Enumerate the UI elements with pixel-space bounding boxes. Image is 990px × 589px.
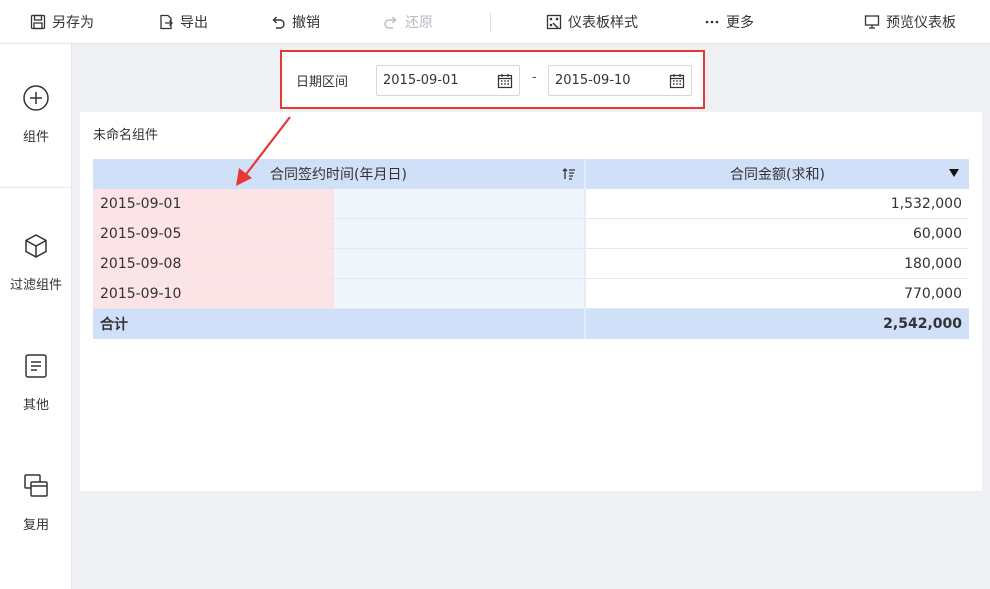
data-table: 合同签约时间(年月日) 合同金额(求和) 2015-09-01 1,532,00…: [93, 159, 969, 339]
table-row: 2015-09-05 60,000: [93, 219, 969, 249]
sidebar-item-filter-component[interactable]: 过滤组件: [0, 232, 72, 293]
more-button[interactable]: 更多: [704, 0, 754, 44]
calendar-icon[interactable]: [497, 73, 513, 89]
sidebar-item-other[interactable]: 其他: [0, 352, 72, 413]
save-icon: [30, 14, 46, 30]
amount-value: 180,000: [904, 255, 962, 272]
palette-icon: [546, 14, 562, 30]
amount-cell[interactable]: 60,000: [586, 219, 969, 249]
preview-dashboard-label: 预览仪表板: [886, 15, 956, 31]
left-sidebar: 组件 过滤组件 其他 复用: [0, 44, 72, 589]
undo-icon: [272, 16, 285, 29]
calendar-icon[interactable]: [669, 73, 685, 89]
more-label: 更多: [726, 15, 754, 31]
date-range-separator: -: [532, 70, 537, 85]
sidebar-item-reuse[interactable]: 复用: [0, 472, 72, 533]
redo-label: 还原: [405, 15, 433, 31]
stacked-windows-icon: [24, 474, 48, 497]
sidebar-item-label: 复用: [22, 518, 49, 533]
caret-down-icon[interactable]: [949, 169, 959, 177]
total-value-cell: 2,542,000: [586, 309, 969, 339]
toolbar: 另存为 导出 撤销 还原 仪表板样式 更多 预览仪表板: [0, 0, 990, 44]
plus-circle-icon: [23, 85, 49, 111]
total-row: 合计 2,542,000: [93, 309, 969, 339]
export-icon: [160, 14, 173, 30]
date-value: 2015-09-10: [100, 285, 182, 302]
monitor-icon: [864, 15, 880, 29]
amount-cell[interactable]: 180,000: [586, 249, 969, 279]
date-range-filter: 日期区间 2015-09-01 - 2015-09-10: [280, 50, 705, 109]
document-icon: [25, 354, 47, 378]
widget-title: 未命名组件: [93, 128, 159, 143]
dashboard-style-button[interactable]: 仪表板样式: [546, 0, 638, 44]
total-label-cell: 合计: [93, 309, 584, 339]
sidebar-item-label: 过滤组件: [9, 278, 62, 293]
sidebar-item-label: 其他: [22, 398, 49, 413]
total-label: 合计: [100, 317, 128, 333]
end-date-value: 2015-09-10: [555, 73, 631, 88]
table-row: 2015-09-10 770,000: [93, 279, 969, 309]
date-value: 2015-09-08: [100, 255, 182, 272]
date-value: 2015-09-01: [100, 195, 182, 212]
table-header-row: 合同签约时间(年月日) 合同金额(求和): [93, 159, 969, 189]
amount-cell[interactable]: 1,532,000: [586, 189, 969, 219]
end-date-field[interactable]: 2015-09-10: [548, 65, 692, 96]
dashboard-style-label: 仪表板样式: [568, 15, 638, 31]
sidebar-item-component[interactable]: 组件: [0, 84, 72, 145]
table-widget: 未命名组件 合同签约时间(年月日) 合同金额(求和) 2015-09-01 1,…: [80, 112, 982, 491]
column-header-label: 合同金额(求和): [730, 167, 825, 183]
sidebar-item-label: 组件: [22, 130, 49, 145]
cube-icon: [25, 234, 47, 258]
export-label: 导出: [180, 15, 208, 31]
amount-value: 1,532,000: [890, 195, 962, 212]
date-cell[interactable]: 2015-09-01: [93, 189, 584, 219]
total-value: 2,542,000: [883, 316, 962, 332]
redo-button[interactable]: 还原: [383, 0, 433, 44]
filter-label: 日期区间: [296, 75, 349, 90]
column-header-date[interactable]: 合同签约时间(年月日): [93, 159, 584, 189]
amount-value: 770,000: [904, 285, 962, 302]
save-as-label: 另存为: [52, 15, 94, 31]
undo-label: 撤销: [292, 15, 320, 31]
more-icon: [705, 20, 719, 24]
save-as-button[interactable]: 另存为: [30, 0, 94, 44]
date-value: 2015-09-05: [100, 225, 182, 242]
amount-cell[interactable]: 770,000: [586, 279, 969, 309]
date-cell[interactable]: 2015-09-10: [93, 279, 584, 309]
start-date-field[interactable]: 2015-09-01: [376, 65, 520, 96]
start-date-value: 2015-09-01: [383, 73, 459, 88]
column-header-label: 合同签约时间(年月日): [270, 167, 407, 183]
column-header-amount[interactable]: 合同金额(求和): [586, 159, 969, 189]
column-divider: [584, 159, 586, 339]
sidebar-divider: [0, 187, 72, 188]
sort-icon[interactable]: [562, 167, 576, 181]
preview-dashboard-button[interactable]: 预览仪表板: [864, 0, 956, 44]
amount-value: 60,000: [913, 225, 962, 242]
date-cell[interactable]: 2015-09-08: [93, 249, 584, 279]
toolbar-divider: [490, 12, 491, 32]
export-button[interactable]: 导出: [158, 0, 208, 44]
table-row: 2015-09-08 180,000: [93, 249, 969, 279]
table-row: 2015-09-01 1,532,000: [93, 189, 969, 219]
redo-icon: [384, 16, 397, 29]
undo-button[interactable]: 撤销: [270, 0, 320, 44]
date-cell[interactable]: 2015-09-05: [93, 219, 584, 249]
